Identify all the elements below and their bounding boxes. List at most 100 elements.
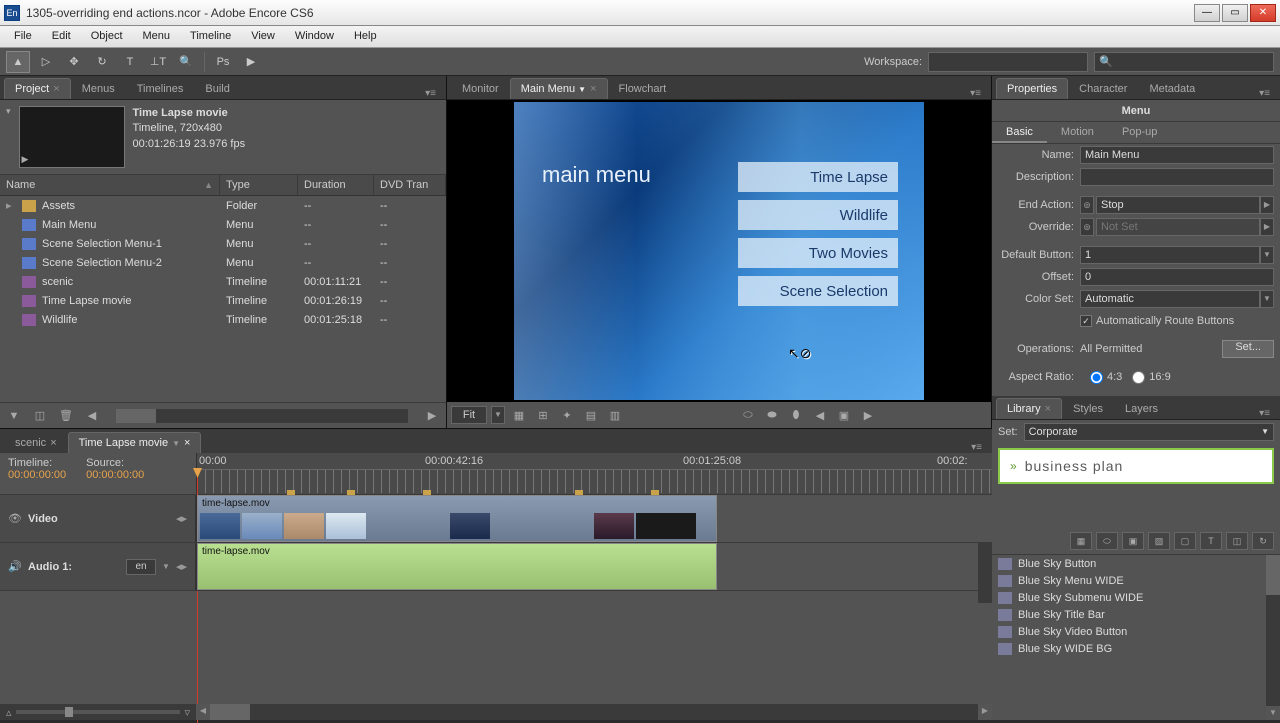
move-tool[interactable]: ✥ — [62, 51, 86, 73]
name-input[interactable]: Main Menu — [1080, 146, 1274, 164]
tl-vscroll[interactable] — [978, 543, 992, 603]
trash-icon[interactable]: 🗑 — [58, 408, 74, 424]
project-panel-menu[interactable]: ▾≡ — [419, 88, 442, 99]
prev-btn-icon[interactable]: ◀ — [810, 407, 830, 423]
search-input[interactable]: 🔍 — [1094, 52, 1274, 72]
desc-input[interactable] — [1080, 168, 1274, 186]
next-icon[interactable]: ▶ — [424, 408, 440, 424]
endaction-input[interactable]: Stop — [1096, 196, 1260, 214]
link-icon[interactable]: ⊚ — [1080, 218, 1094, 236]
tl-audio-clip[interactable]: time-lapse.mov — [197, 543, 717, 590]
speaker-icon[interactable]: 🔊 — [8, 560, 22, 574]
lib-filter-bg-icon[interactable]: ▨ — [1148, 532, 1170, 550]
tl-zoom-slider[interactable] — [16, 710, 181, 714]
set-button[interactable]: Set... — [1222, 340, 1274, 358]
project-row[interactable]: ▸AssetsFolder---- — [0, 196, 446, 215]
tab-timelines[interactable]: Timelines — [126, 78, 195, 99]
expand-icon[interactable]: ▾ — [6, 106, 11, 168]
library-item[interactable]: Blue Sky Button — [992, 555, 1280, 572]
tl-video-clip[interactable]: time-lapse.mov — [197, 495, 717, 542]
guides-icon[interactable]: ⊞ — [533, 407, 553, 423]
maximize-button[interactable]: ▭ — [1222, 4, 1248, 22]
zoom-tool[interactable]: 🔍 — [174, 51, 198, 73]
eye-icon[interactable]: 👁 — [8, 512, 22, 526]
tl-tab-timelapse[interactable]: Time Lapse movie▼× — [68, 432, 202, 453]
menu-window[interactable]: Window — [285, 26, 344, 47]
tab-main-menu[interactable]: Main Menu ▼× — [510, 78, 608, 99]
override-dd[interactable]: ▶ — [1260, 218, 1274, 236]
tab-monitor[interactable]: Monitor — [451, 78, 510, 99]
lib-filter-text-icon[interactable]: T — [1200, 532, 1222, 550]
tl-tab-scenic[interactable]: scenic× — [4, 432, 68, 453]
tab-flowchart[interactable]: Flowchart — [608, 78, 678, 99]
tl-timeline-tc[interactable]: 00:00:00:00 — [8, 469, 66, 481]
edit-ps-tool[interactable]: Ps — [211, 51, 235, 73]
menu-button-timelapse[interactable]: Time Lapse — [738, 162, 898, 192]
project-row[interactable]: Scene Selection Menu-1Menu---- — [0, 234, 446, 253]
project-row[interactable]: Main MenuMenu---- — [0, 215, 446, 234]
selection-tool[interactable]: ▲ — [6, 51, 30, 73]
library-panel-menu[interactable]: ▾≡ — [1253, 408, 1276, 419]
defbtn-dd[interactable]: ▼ — [1260, 246, 1274, 264]
monitor-panel-menu[interactable]: ▾≡ — [964, 88, 987, 99]
tab-layers[interactable]: Layers — [1114, 398, 1169, 419]
lib-filter-menu-icon[interactable]: ▦ — [1070, 532, 1092, 550]
zoom-in-icon[interactable]: ▿ — [184, 706, 190, 719]
tl-audio-lang[interactable]: en — [126, 559, 156, 575]
menu-button-sceneselection[interactable]: Scene Selection — [738, 276, 898, 306]
hilite-activated-icon[interactable]: ⬮ — [786, 407, 806, 423]
menu-help[interactable]: Help — [344, 26, 387, 47]
library-item[interactable]: Blue Sky Title Bar — [992, 606, 1280, 623]
lib-filter-shapes-icon[interactable]: ◫ — [1226, 532, 1248, 550]
tl-hscroll[interactable]: ◀ ▶ — [196, 704, 992, 720]
workspace-dropdown[interactable] — [928, 52, 1088, 72]
col-dvd-trans[interactable]: DVD Tran — [374, 175, 446, 195]
minimize-button[interactable]: — — [1194, 4, 1220, 22]
tab-menus[interactable]: Menus — [71, 78, 126, 99]
track-nav-icon[interactable]: ◂▸ — [176, 512, 187, 525]
tab-build[interactable]: Build — [194, 78, 240, 99]
zoom-fit[interactable]: Fit — [451, 406, 487, 424]
library-item[interactable]: Blue Sky Video Button — [992, 623, 1280, 640]
project-row[interactable]: scenicTimeline00:01:11:21-- — [0, 272, 446, 291]
aspect-169-radio[interactable] — [1132, 371, 1145, 384]
project-thumbnail[interactable]: ▶ — [19, 106, 125, 168]
new-item-icon[interactable]: ◫ — [32, 408, 48, 424]
safe-area-icon[interactable]: ▦ — [509, 407, 529, 423]
hilite-selected-icon[interactable]: ⬬ — [762, 407, 782, 423]
menu-object[interactable]: Object — [81, 26, 133, 47]
col-type[interactable]: Type — [220, 175, 298, 195]
pstab-popup[interactable]: Pop-up — [1108, 122, 1171, 143]
lib-filter-image-icon[interactable]: ▣ — [1122, 532, 1144, 550]
tab-styles[interactable]: Styles — [1062, 398, 1114, 419]
menu-button-wildlife[interactable]: Wildlife — [738, 200, 898, 230]
rotate-tool[interactable]: ↻ — [90, 51, 114, 73]
lib-filter-layerset-icon[interactable]: ▢ — [1174, 532, 1196, 550]
hilite-normal-icon[interactable]: ⬭ — [738, 407, 758, 423]
lib-set-dropdown[interactable]: Corporate▼ — [1024, 423, 1274, 441]
zoom-dropdown[interactable]: ▼ — [491, 406, 505, 424]
filter-icon[interactable]: ▼ — [6, 408, 22, 424]
lib-vscroll[interactable]: ▼ — [1266, 555, 1280, 720]
col-duration[interactable]: Duration — [298, 175, 374, 195]
lib-filter-button-icon[interactable]: ⬭ — [1096, 532, 1118, 550]
library-item[interactable]: Blue Sky Menu WIDE — [992, 572, 1280, 589]
defbtn-input[interactable]: 1 — [1080, 246, 1260, 264]
direct-select-tool[interactable]: ▷ — [34, 51, 58, 73]
colorset-input[interactable]: Automatic — [1080, 290, 1260, 308]
menu-button-twomovies[interactable]: Two Movies — [738, 238, 898, 268]
prev-icon[interactable]: ◀ — [84, 408, 100, 424]
offset-input[interactable]: 0 — [1080, 268, 1274, 286]
menu-view[interactable]: View — [241, 26, 285, 47]
monitor-view[interactable]: main menu Time Lapse Wildlife Two Movies… — [447, 100, 991, 402]
link-icon[interactable]: ⊚ — [1080, 196, 1094, 214]
routing-icon[interactable]: ✦ — [557, 407, 577, 423]
project-row[interactable]: WildlifeTimeline00:01:25:18-- — [0, 310, 446, 329]
zoom-out-icon[interactable]: ▵ — [6, 706, 12, 719]
autoroute-checkbox[interactable]: ✓ — [1080, 315, 1092, 327]
menu-file[interactable]: File — [4, 26, 42, 47]
tab-character[interactable]: Character — [1068, 78, 1138, 99]
close-button[interactable]: ✕ — [1250, 4, 1276, 22]
text-tool[interactable]: T — [118, 51, 142, 73]
library-item[interactable]: Blue Sky Submenu WIDE — [992, 589, 1280, 606]
